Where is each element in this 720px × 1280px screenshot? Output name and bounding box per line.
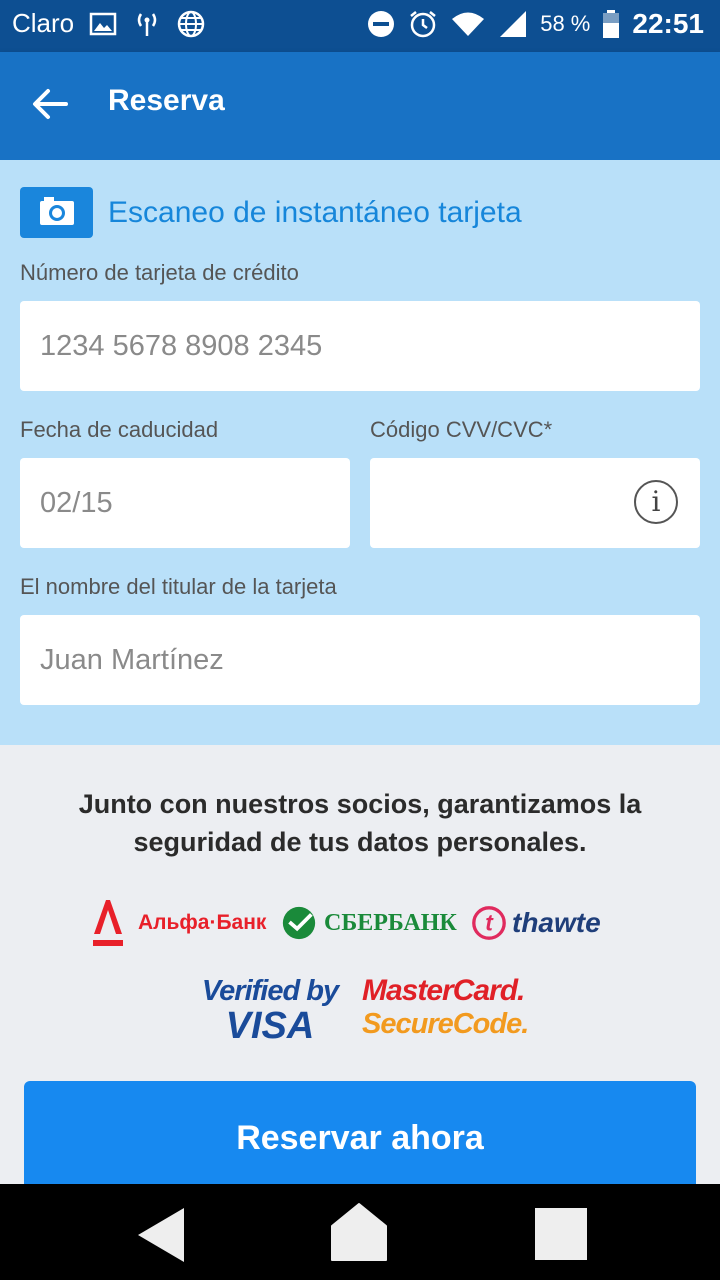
info-icon[interactable]: i [634, 480, 678, 524]
thawte-t-icon: t [472, 906, 506, 940]
sberbank-icon [282, 906, 316, 940]
partner-logos-row: Альфа·Банк СБЕРБАНК t thawte [90, 893, 650, 953]
cvv-field: i [370, 458, 700, 548]
carrier-name: Claro [12, 8, 75, 38]
globe-icon [177, 10, 205, 37]
navigation-bar [0, 1184, 720, 1280]
alfa-a-icon [93, 900, 123, 946]
cvv-label: Código CVV/CVC* [370, 417, 553, 442]
cell-signal-icon [500, 11, 527, 37]
securecode-text: SecureCode. [362, 1008, 529, 1040]
expiry-label: Fecha de caducidad [20, 417, 219, 442]
card-form-panel: Escaneo de instantáneo tarjeta Número de… [0, 160, 720, 745]
expiry-input[interactable] [20, 458, 350, 548]
sberbank-name: СБЕРБАНК [324, 909, 457, 936]
holder-field [20, 615, 700, 705]
expiry-field [20, 458, 350, 548]
scan-card-button[interactable] [20, 187, 93, 238]
alfa-bank-logo: Альфа·Банк [90, 893, 266, 953]
security-message: Junto con nuestros socios, garantizamos … [78, 789, 642, 857]
battery-percent: 58 % [540, 11, 591, 36]
holder-label: El nombre del titular de la tarjeta [20, 574, 337, 599]
dnd-icon [368, 11, 395, 37]
wifi-icon [452, 12, 485, 36]
mastercard-securecode-logo: MasterCard. SecureCode. [362, 975, 542, 1045]
camera-icon [40, 197, 74, 225]
verified-by-visa-logo: Verified by VISA [190, 975, 350, 1045]
nav-back-icon[interactable] [134, 1204, 188, 1266]
scan-card-link[interactable]: Escaneo de instantáneo tarjeta [108, 196, 522, 230]
card-number-field [20, 301, 700, 391]
payment-logos-row: Verified by VISA MasterCard. SecureCode. [190, 975, 550, 1046]
nav-recents-icon[interactable] [533, 1206, 589, 1262]
page-title: Reserva [108, 84, 225, 117]
thawte-name: thawte [512, 907, 601, 938]
battery-icon [603, 10, 620, 38]
mastercard-text: MasterCard. [362, 974, 525, 1007]
svg-text:t: t [485, 910, 494, 936]
app-bar: Reserva [0, 52, 720, 160]
status-bar: Claro 58 % 22:51 [0, 0, 720, 52]
holder-input[interactable] [20, 615, 700, 705]
image-icon [89, 12, 117, 35]
nav-home-icon[interactable] [330, 1202, 388, 1264]
signal-tower-icon [137, 12, 157, 36]
thawte-logo: t thawte [470, 893, 601, 953]
alfa-bank-name: Альфа·Банк [138, 911, 267, 934]
card-number-label: Número de tarjeta de crédito [20, 260, 299, 285]
alarm-icon [410, 11, 436, 38]
verified-by-text: Verified by [201, 975, 339, 1007]
card-number-input[interactable] [20, 301, 700, 391]
back-arrow-icon[interactable] [26, 80, 74, 128]
sberbank-logo: СБЕРБАНК [280, 893, 457, 953]
book-now-button[interactable]: Reservar ahora [24, 1081, 696, 1185]
clock: 22:51 [632, 8, 704, 39]
visa-text: VISA [225, 1005, 315, 1047]
